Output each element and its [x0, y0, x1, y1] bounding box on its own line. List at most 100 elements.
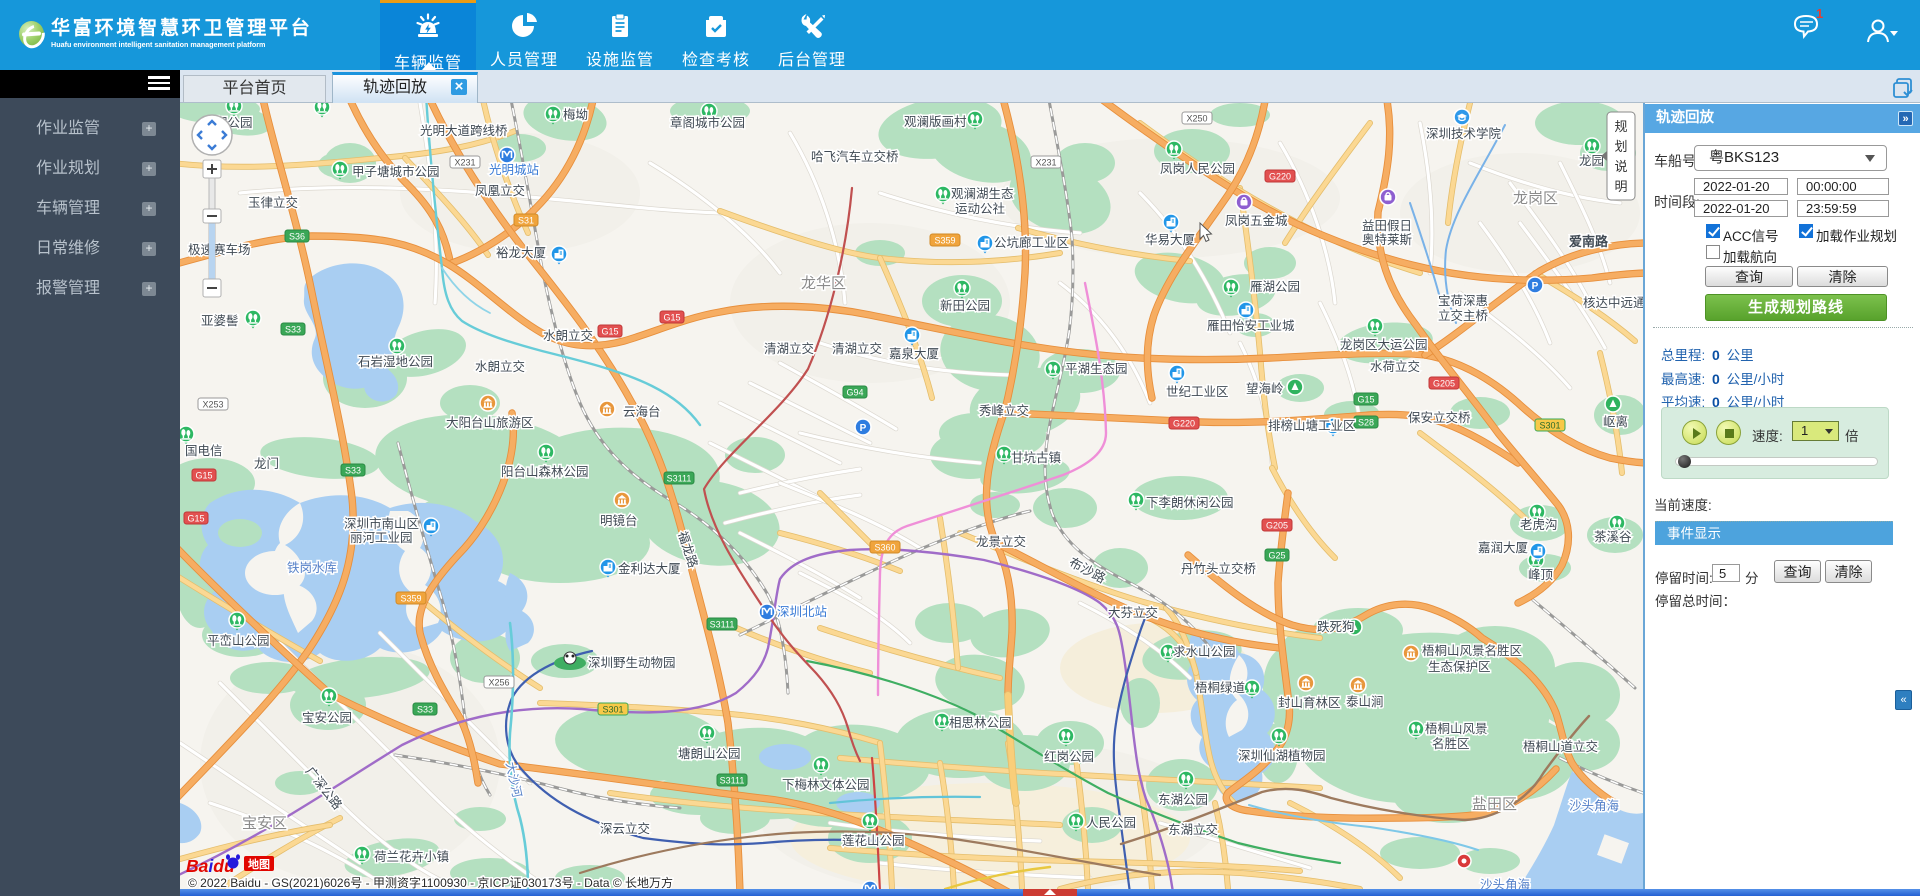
- svg-text:S33: S33: [417, 705, 433, 715]
- svg-text:龙门: 龙门: [254, 456, 279, 471]
- svg-text:哈飞汽车立交桥: 哈飞汽车立交桥: [811, 149, 899, 164]
- svg-text:名胜区: 名胜区: [1432, 736, 1470, 751]
- svg-text:平湖生态园: 平湖生态园: [1065, 361, 1128, 376]
- svg-text:荷兰花卉小镇: 荷兰花卉小镇: [374, 849, 449, 864]
- svg-text:岖离: 岖离: [1603, 414, 1628, 429]
- svg-text:运动公社: 运动公社: [955, 201, 1005, 216]
- svg-text:梧桐山道立交: 梧桐山道立交: [1523, 739, 1598, 754]
- svg-text:规: 规: [1614, 119, 1627, 134]
- svg-text:红岗公园: 红岗公园: [1044, 749, 1094, 764]
- svg-text:核达中远通: 核达中远通: [1583, 295, 1643, 310]
- svg-text:S3111: S3111: [710, 620, 735, 630]
- svg-text:1: 1: [1816, 6, 1823, 21]
- svg-text:G205: G205: [1266, 521, 1288, 531]
- svg-text:下李朗休闲公园: 下李朗休闲公园: [1146, 495, 1234, 510]
- svg-text:G94: G94: [846, 388, 863, 398]
- svg-text:金利达大厦: 金利达大厦: [618, 561, 681, 576]
- svg-text:水朗立交: 水朗立交: [475, 359, 525, 374]
- svg-text:S28: S28: [1358, 418, 1374, 428]
- svg-text:梧桐山风景: 梧桐山风景: [1425, 721, 1488, 736]
- svg-text:S3111: S3111: [720, 776, 745, 786]
- svg-text:© 2022 Baidu - GS(2021)6026号 -: © 2022 Baidu - GS(2021)6026号 - 甲测资字11009…: [188, 875, 673, 889]
- svg-text:G25: G25: [1268, 551, 1285, 561]
- svg-text:梅坳: 梅坳: [563, 107, 588, 122]
- svg-text:宝安区: 宝安区: [242, 815, 287, 832]
- svg-text:水朗立交: 水朗立交: [543, 328, 593, 343]
- svg-text:塘朗山公园: 塘朗山公园: [678, 746, 741, 761]
- svg-text:深圳北站: 深圳北站: [777, 605, 827, 619]
- svg-text:生态保护区: 生态保护区: [1428, 660, 1491, 674]
- svg-text:丽河工业园: 丽河工业园: [350, 531, 413, 545]
- svg-text:丹竹头立交桥: 丹竹头立交桥: [1181, 561, 1257, 576]
- svg-text:G220: G220: [1173, 419, 1195, 429]
- svg-text:G205: G205: [1433, 379, 1455, 389]
- svg-text:国电信: 国电信: [185, 444, 223, 458]
- svg-text:铁岗水库: 铁岗水库: [287, 560, 337, 575]
- svg-text:观澜湖生态: 观澜湖生态: [951, 186, 1014, 201]
- svg-text:雁田怡安工业城: 雁田怡安工业城: [1207, 318, 1295, 333]
- svg-text:梧桐绿道: 梧桐绿道: [1195, 680, 1246, 695]
- svg-text:甲子塘城市公园: 甲子塘城市公园: [352, 164, 440, 179]
- svg-text:地图: 地图: [248, 857, 270, 871]
- svg-text:明镜台: 明镜台: [600, 513, 638, 528]
- svg-text:S301: S301: [602, 705, 623, 715]
- svg-text:S359: S359: [934, 236, 955, 246]
- svg-text:光明城站: 光明城站: [489, 163, 539, 177]
- svg-text:相思林公园: 相思林公园: [949, 716, 1012, 730]
- svg-text:大阳台山旅游区: 大阳台山旅游区: [446, 415, 534, 430]
- svg-text:保安立交桥: 保安立交桥: [1408, 410, 1471, 425]
- svg-text:X231: X231: [454, 158, 475, 168]
- svg-text:茶溪谷: 茶溪谷: [1594, 529, 1632, 544]
- svg-text:亚婆髻: 亚婆髻: [201, 314, 239, 328]
- svg-text:G15: G15: [195, 471, 212, 481]
- svg-text:水荷立交: 水荷立交: [1370, 359, 1420, 374]
- svg-text:阳台山森林公园: 阳台山森林公园: [501, 464, 589, 479]
- svg-text:G15: G15: [187, 514, 204, 524]
- svg-text:龙园: 龙园: [1579, 154, 1604, 168]
- svg-text:深圳技术学院: 深圳技术学院: [1426, 126, 1502, 141]
- svg-text:平峦山公园: 平峦山公园: [207, 633, 270, 648]
- svg-text:章阁城市公园: 章阁城市公园: [670, 115, 745, 130]
- svg-text:嘉润大厦: 嘉润大厦: [1478, 541, 1528, 555]
- svg-text:裕龙大厦: 裕龙大厦: [496, 245, 546, 260]
- svg-text:凤凰立交: 凤凰立交: [475, 183, 525, 198]
- svg-text:封山育林区: 封山育林区: [1278, 695, 1341, 710]
- svg-text:S360: S360: [874, 543, 895, 553]
- svg-text:秀峰立交: 秀峰立交: [979, 403, 1029, 418]
- svg-text:峰顶: 峰顶: [1528, 568, 1554, 582]
- svg-text:S36: S36: [289, 232, 305, 242]
- svg-text:G220: G220: [1269, 172, 1291, 182]
- svg-text:龙岗区: 龙岗区: [1513, 190, 1558, 207]
- svg-text:世纪工业区: 世纪工业区: [1166, 385, 1229, 399]
- svg-text:S33: S33: [345, 466, 361, 476]
- svg-text:宝荷深惠: 宝荷深惠: [1438, 294, 1488, 308]
- svg-text:宝安公园: 宝安公园: [302, 710, 352, 725]
- svg-text:沙头角海: 沙头角海: [1569, 798, 1620, 813]
- svg-text:望海岭: 望海岭: [1246, 381, 1284, 396]
- svg-text:华易大厦: 华易大厦: [1145, 232, 1195, 247]
- svg-text:嘉泉大厦: 嘉泉大厦: [889, 346, 939, 361]
- svg-text:立交主桥: 立交主桥: [1438, 308, 1489, 323]
- svg-text:S359: S359: [400, 594, 421, 604]
- svg-text:说: 说: [1614, 159, 1627, 174]
- svg-text:G15: G15: [663, 313, 680, 323]
- svg-text:雁湖公园: 雁湖公园: [1250, 279, 1300, 294]
- svg-text:G15: G15: [601, 327, 618, 337]
- svg-text:划: 划: [1614, 139, 1627, 154]
- svg-text:龙华区: 龙华区: [801, 275, 846, 292]
- svg-text:老虎沟: 老虎沟: [1520, 518, 1558, 532]
- svg-text:莲花山公园: 莲花山公园: [842, 833, 905, 848]
- svg-text:奥特莱斯: 奥特莱斯: [1362, 232, 1412, 247]
- svg-text:石岩湿地公园: 石岩湿地公园: [358, 354, 433, 369]
- svg-text:S31: S31: [518, 216, 534, 226]
- svg-text:甘坑古镇: 甘坑古镇: [1011, 450, 1061, 465]
- svg-text:玉律立交: 玉律立交: [248, 195, 298, 210]
- svg-text:S33: S33: [285, 325, 301, 335]
- svg-text:深圳仙湖植物园: 深圳仙湖植物园: [1238, 748, 1326, 763]
- svg-text:X250: X250: [1186, 114, 1207, 124]
- svg-text:光明大道跨线桥: 光明大道跨线桥: [420, 124, 508, 138]
- svg-text:下梅林文体公园: 下梅林文体公园: [782, 777, 870, 792]
- svg-text:排榜山塘工业区: 排榜山塘工业区: [1268, 418, 1356, 433]
- svg-text:观澜版画村: 观澜版画村: [904, 115, 967, 129]
- svg-text:东湖立交: 东湖立交: [1168, 822, 1218, 837]
